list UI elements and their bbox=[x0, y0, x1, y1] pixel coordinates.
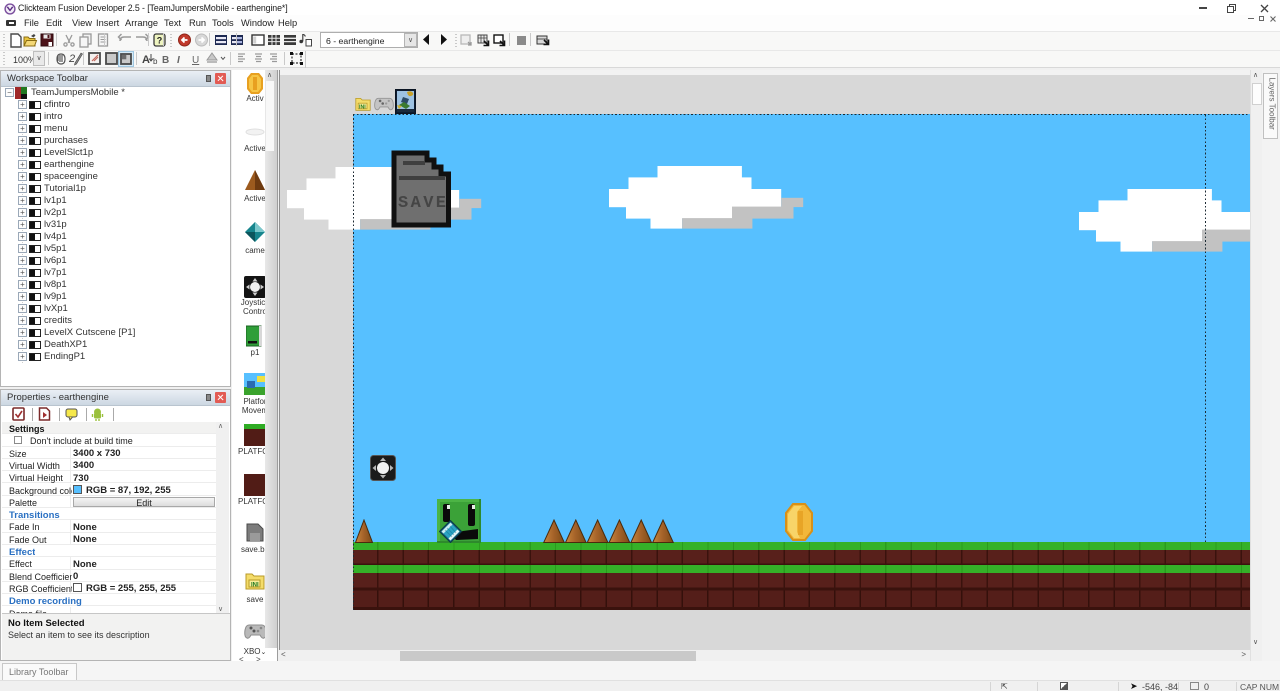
svg-text:A: A bbox=[142, 54, 150, 66]
svg-text:INI: INI bbox=[251, 583, 259, 589]
svg-text:U: U bbox=[192, 55, 199, 66]
svg-text:INI: INI bbox=[359, 104, 366, 110]
svg-text:B: B bbox=[162, 55, 169, 66]
svg-text:b: b bbox=[153, 57, 158, 66]
svg-text:I: I bbox=[177, 55, 180, 66]
svg-text:?: ? bbox=[157, 36, 163, 46]
svg-text:2: 2 bbox=[68, 53, 75, 65]
